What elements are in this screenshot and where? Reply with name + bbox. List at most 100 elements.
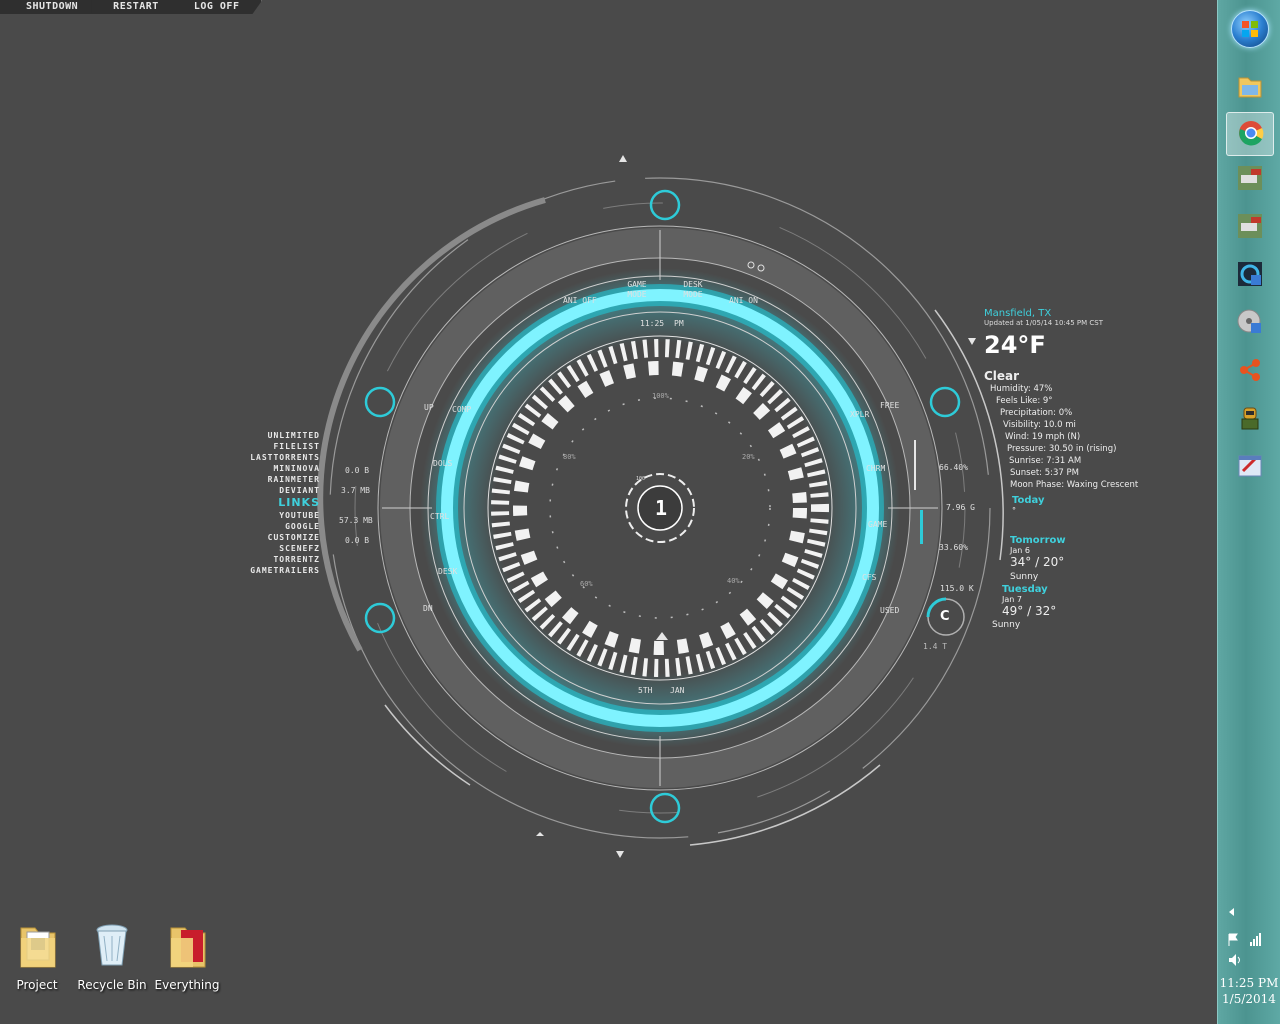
percent-label-20: 20% <box>742 453 755 461</box>
desk-mode-button[interactable]: DESK MODE <box>678 280 708 300</box>
dols-button[interactable]: DOLS <box>433 459 452 468</box>
desktop-icon-everything[interactable]: Everything <box>152 920 222 992</box>
link-google[interactable]: GOOGLE <box>230 521 320 532</box>
weather-city[interactable]: Mansfield, TX <box>984 308 1214 319</box>
link-gametrailers[interactable]: GAMETRAILERS <box>230 565 320 576</box>
free-button[interactable]: FREE <box>880 401 899 410</box>
dn-button[interactable]: DN <box>423 604 433 613</box>
taskbar-disc-settings[interactable] <box>1226 302 1272 344</box>
link-unlimited[interactable]: UNLIMITED <box>230 430 320 441</box>
paint-icon <box>1238 455 1262 477</box>
link-rainmeter[interactable]: RAINMETER <box>230 474 320 485</box>
drive-letter[interactable]: C <box>940 609 950 624</box>
drive-total: 1.4 T <box>923 642 948 651</box>
tomorrow-heading: Tomorrow <box>1010 535 1066 546</box>
taskbar-rainmeter[interactable] <box>1226 254 1272 296</box>
taskbar-network[interactable] <box>1226 350 1272 392</box>
cfs-button[interactable]: CFS <box>862 573 876 582</box>
xplr-button[interactable]: XPLR <box>850 410 869 419</box>
stat-free-percent: 33.60% <box>939 543 968 552</box>
link-filelist[interactable]: FILELIST <box>230 441 320 452</box>
chrm-button[interactable]: CHRM <box>866 464 885 473</box>
weather-detail: Pressure: 30.50 in (rising) <box>1007 444 1117 454</box>
ampm-label: PM <box>674 319 684 328</box>
taskbar: 11:25 PM 1/5/2014 <box>1217 0 1280 1024</box>
tomorrow-temp: 34° / 20° <box>1010 555 1065 569</box>
desk-button[interactable]: DESK <box>438 567 457 576</box>
action-center-flag-icon <box>1228 933 1238 946</box>
link-torrentz[interactable]: TORRENTZ <box>230 554 320 565</box>
center-digit: 1 <box>655 496 668 520</box>
volume-icon <box>1229 954 1236 966</box>
taskbar-explorer[interactable] <box>1226 66 1272 108</box>
game-icon <box>1238 166 1262 190</box>
tuesday-heading: Tuesday <box>1002 584 1048 595</box>
stat-memory: 7.96 G <box>946 503 975 512</box>
month-label: JAN <box>670 686 685 695</box>
tuesday-desc: Sunny <box>992 620 1021 630</box>
desktop-icon-label: Project <box>16 978 58 992</box>
day-label: 5TH <box>638 686 653 695</box>
net-value: 0.0 B <box>345 466 370 475</box>
folder-icon <box>20 927 56 968</box>
ani-off-button[interactable]: ANI OFF <box>563 296 597 305</box>
game-mode-button[interactable]: GAME MODE <box>622 280 652 300</box>
desktop-icon-label: Everything <box>154 978 220 992</box>
windows-flag-icon <box>1242 21 1258 37</box>
network-icon <box>1240 359 1260 381</box>
desktop-icon-recycle-bin[interactable]: Recycle Bin <box>77 920 147 992</box>
tomorrow-desc: Sunny <box>1010 572 1039 582</box>
link-scenefz[interactable]: SCENEFZ <box>230 543 320 554</box>
taskbar-clock[interactable]: 11:25 PM 1/5/2014 <box>1218 975 1280 1007</box>
taskbar-robot[interactable] <box>1226 398 1272 440</box>
up-button[interactable]: UP <box>424 403 434 412</box>
weather-detail: Wind: 19 mph (N) <box>1005 432 1081 442</box>
explorer-icon <box>1238 77 1262 98</box>
link-youtube[interactable]: YOUTUBE <box>230 510 320 521</box>
time-label: 11:25 <box>640 319 665 328</box>
desktop-icon-project[interactable]: Project <box>2 920 72 992</box>
game-icon <box>1238 214 1262 238</box>
ctrl-button[interactable]: CTRL <box>430 512 449 521</box>
weather-updated: Updated at 1/05/14 10:45 PM CST <box>984 319 1103 327</box>
weather-detail: Sunset: 5:37 PM <box>1010 468 1079 478</box>
weather-detail: Feels Like: 9° <box>996 396 1053 406</box>
link-lasttorrents[interactable]: LASTTORRENTS <box>230 452 320 463</box>
link-mininova[interactable]: MININOVA <box>230 463 320 474</box>
taskbar-game-1[interactable] <box>1226 158 1272 200</box>
percent-label-100: 100% <box>652 392 669 400</box>
tomorrow-date: Jan 6 <box>1010 546 1030 555</box>
show-hidden-icons-chevron-icon <box>1229 908 1234 916</box>
percent-label-40: 40% <box>727 577 740 585</box>
clock-time: 11:25 PM <box>1219 976 1279 990</box>
net-value: 0.0 B <box>345 536 370 545</box>
weather-detail: Sunrise: 7:31 AM <box>1009 456 1082 466</box>
links-list: UNLIMITED FILELIST LASTTORRENTS MININOVA… <box>230 430 320 576</box>
weather-condition: Clear <box>984 369 1020 383</box>
taskbar-game-2[interactable] <box>1226 206 1272 248</box>
used-button[interactable]: USED <box>880 606 899 615</box>
net-value: 3.7 MB <box>341 486 370 495</box>
today-temp: ° <box>1012 506 1016 515</box>
weather-detail: Precipitation: 0% <box>1000 408 1073 418</box>
desktop-icon-label: Recycle Bin <box>77 978 147 992</box>
disc-settings-icon <box>1237 309 1261 333</box>
start-orb[interactable] <box>1231 10 1269 48</box>
taskbar-chrome[interactable] <box>1226 112 1274 156</box>
game-button[interactable]: GAME <box>868 520 887 529</box>
taskbar-paint[interactable] <box>1226 446 1272 488</box>
today-heading: Today <box>1012 495 1045 506</box>
chrome-icon <box>1239 121 1264 146</box>
comp-button[interactable]: COMP <box>452 405 471 414</box>
link-deviant[interactable]: DEVIANT <box>230 485 320 496</box>
link-customize[interactable]: CUSTOMIZE <box>230 532 320 543</box>
weather-detail: Visibility: 10.0 mi <box>1003 420 1076 430</box>
tuesday-temp: 49° / 32° <box>1002 604 1057 618</box>
clock-date: 1/5/2014 <box>1222 992 1276 1006</box>
ani-on-button[interactable]: ANI ON <box>729 296 758 305</box>
folder-icon <box>170 927 206 968</box>
weather-detail: Humidity: 47% <box>990 384 1053 394</box>
net-value: 57.3 MB <box>339 516 373 525</box>
links-title: LINKS <box>278 496 320 509</box>
rainmeter-icon <box>1238 262 1262 286</box>
